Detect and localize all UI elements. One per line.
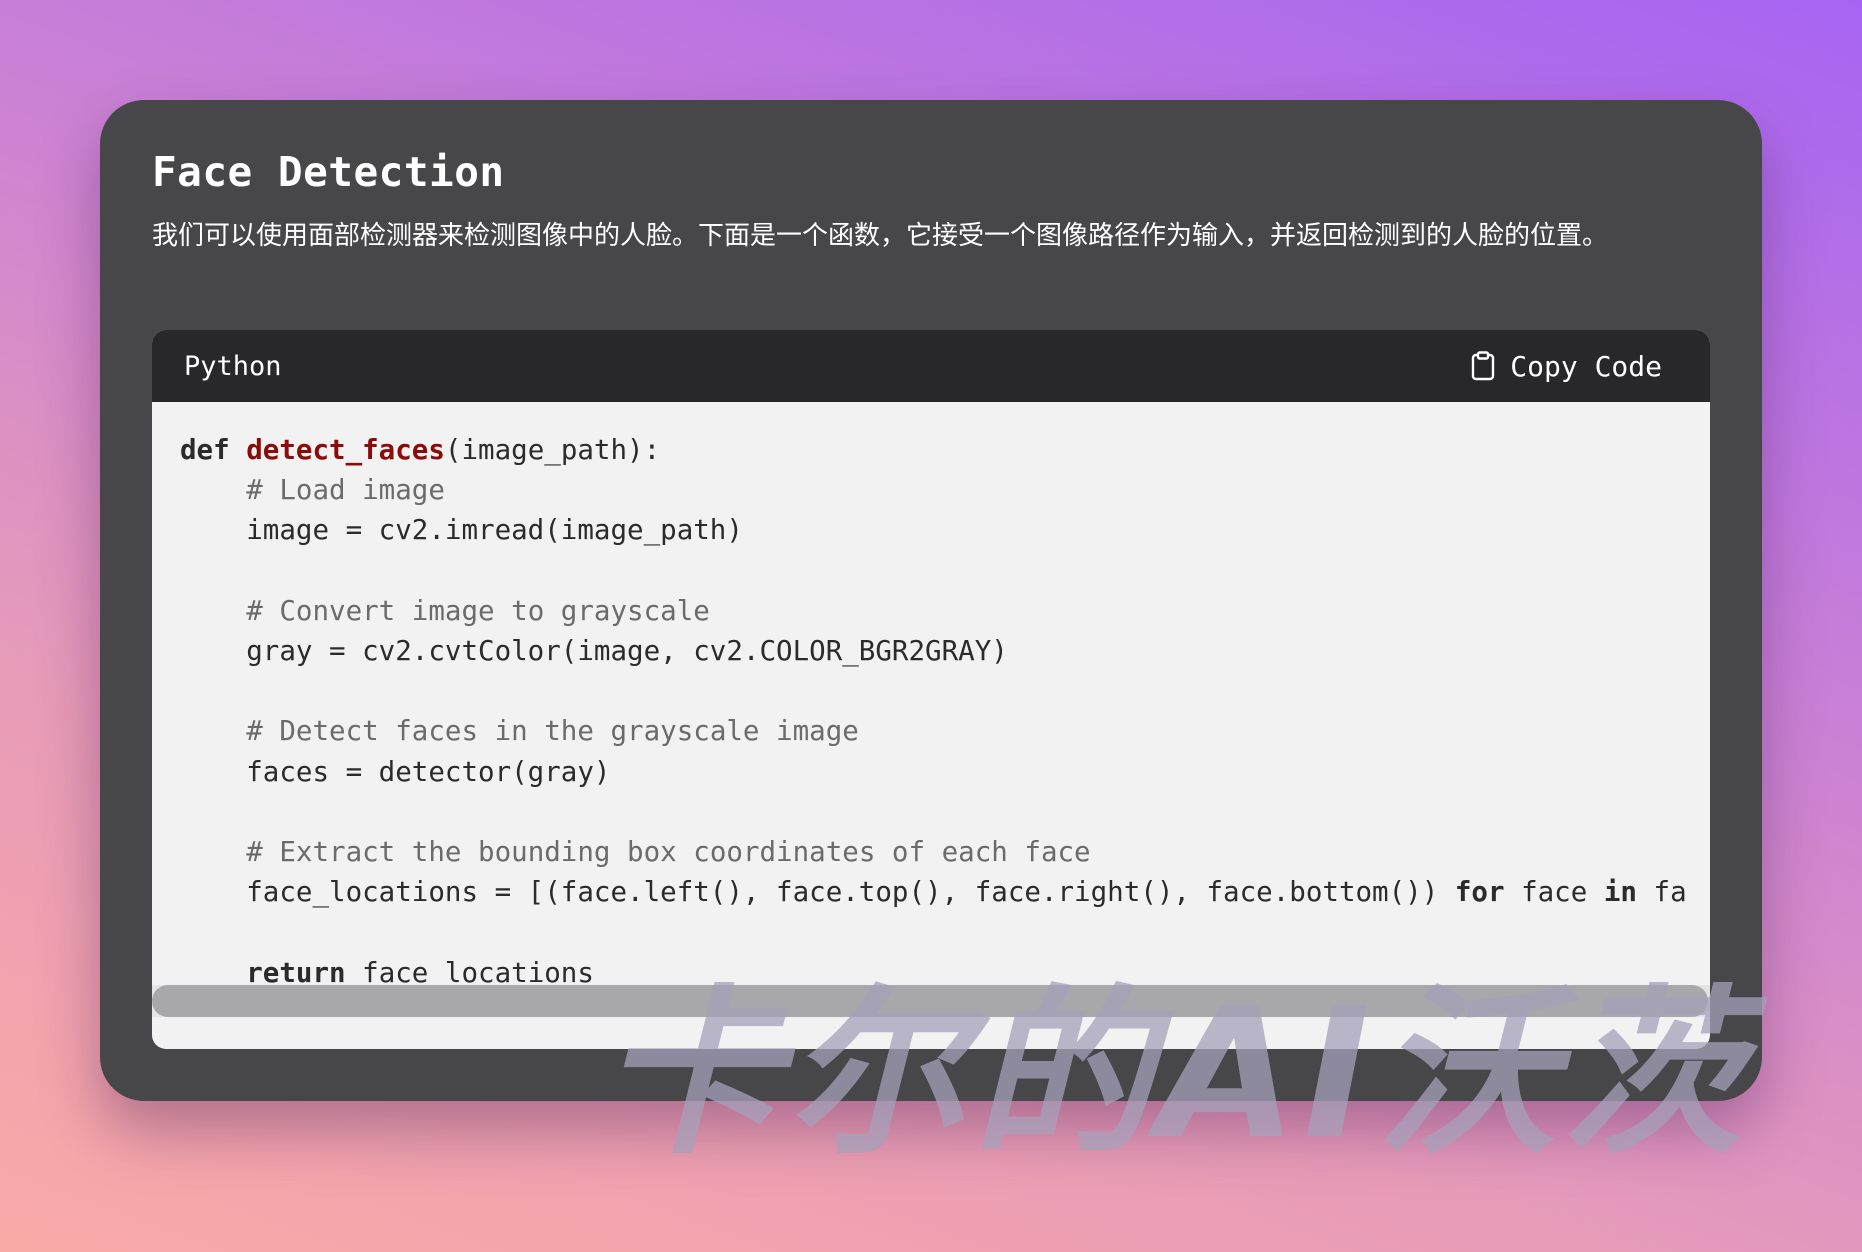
code-text: face_locations [345, 956, 594, 989]
code-text: fa [1636, 876, 1687, 909]
code-text: gray = cv2.cvtColor(image, cv2.COLOR_BGR… [180, 635, 1008, 668]
code-text: image = cv2.imread(image_path) [180, 514, 743, 547]
code-line: return face_locations [180, 957, 594, 989]
code-text: face_locations = [(face.left(), face.top… [180, 876, 1455, 909]
code-line: # Detect faces in the grayscale image [180, 715, 859, 747]
code-line: # Load image [180, 474, 445, 506]
scrollbar-thumb[interactable] [152, 985, 1708, 1017]
copy-code-button[interactable]: Copy Code [1470, 350, 1662, 383]
code-language-label: Python [184, 350, 282, 382]
code-comment: # Convert image to grayscale [246, 594, 710, 627]
code-line: def detect_faces(image_path): [180, 434, 660, 466]
card-description: 我们可以使用面部检测器来检测图像中的人脸。下面是一个函数，它接受一个图像路径作为… [152, 221, 1609, 251]
code-header: Python Copy Code [152, 330, 1710, 402]
code-text: (image_path): [444, 434, 661, 466]
code-keyword: in [1603, 876, 1637, 909]
code-line: faces = detector(gray) [180, 756, 610, 788]
code-body[interactable]: def detect_faces(image_path): # Load ima… [152, 402, 1710, 1017]
code-keyword: return [246, 956, 346, 989]
clipboard-icon [1470, 351, 1496, 381]
copy-code-label: Copy Code [1510, 349, 1662, 383]
code-comment: # Load image [246, 474, 445, 507]
code-line: face_locations = [(face.left(), face.top… [180, 876, 1687, 909]
code-block: Python Copy Code def detect_faces(image_… [152, 330, 1710, 1049]
code-text: face [1504, 876, 1604, 909]
code-comment: # Extract the bounding box coordinates o… [246, 836, 1091, 869]
code-line: # Convert image to grayscale [180, 595, 710, 627]
code-content: def detect_faces(image_path): # Load ima… [152, 402, 1710, 993]
code-comment: # Detect faces in the grayscale image [246, 715, 859, 748]
code-line: gray = cv2.cvtColor(image, cv2.COLOR_BGR… [180, 635, 1008, 667]
horizontal-scrollbar[interactable] [152, 985, 1710, 1017]
code-keyword: def [180, 434, 230, 466]
code-keyword: for [1454, 876, 1505, 909]
code-function-name: detect_faces [246, 434, 445, 466]
page-title: Face Detection [152, 148, 505, 196]
code-line: image = cv2.imread(image_path) [180, 514, 743, 546]
content-card: Face Detection 我们可以使用面部检测器来检测图像中的人脸。下面是一… [100, 100, 1762, 1101]
code-text: faces = detector(gray) [180, 755, 611, 788]
code-line: # Extract the bounding box coordinates o… [180, 836, 1091, 869]
